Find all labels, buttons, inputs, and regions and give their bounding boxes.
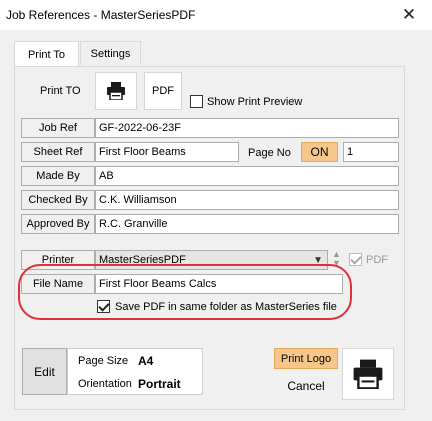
tab-settings[interactable]: Settings [80, 41, 141, 65]
show-print-preview-label: Show Print Preview [207, 96, 303, 108]
printer-label: Printer [21, 250, 95, 270]
sheet-ref-input[interactable]: First Floor Beams [95, 142, 239, 162]
pdf-button-label: PDF [152, 85, 174, 97]
title-bar: Job References - MasterSeriesPDF ✕ [0, 0, 432, 30]
print-button[interactable] [95, 72, 137, 110]
made-by-label: Made By [21, 166, 95, 186]
checked-by-input[interactable]: C.K. Williamson [95, 190, 399, 210]
printer-spinner[interactable]: ▲ ▼ [332, 250, 341, 268]
orientation-value: Portrait [138, 377, 181, 391]
pdf-checkbox[interactable] [349, 253, 362, 266]
page-size-value: A4 [138, 354, 154, 368]
pdf-button[interactable]: PDF [144, 72, 182, 110]
edit-button[interactable]: Edit [22, 348, 67, 395]
page-no-label: Page No [248, 147, 291, 159]
orientation-label: Orientation [78, 378, 132, 390]
sheet-ref-label: Sheet Ref [21, 142, 95, 162]
cancel-button[interactable]: Cancel [274, 374, 338, 397]
tab-print-to[interactable]: Print To [14, 41, 79, 67]
pdf-checkbox-label: PDF [366, 254, 388, 266]
page-no-toggle[interactable]: ON [301, 142, 338, 162]
job-ref-input[interactable]: GF-2022-06-23F [95, 118, 399, 138]
show-print-preview-checkbox[interactable] [190, 95, 203, 108]
save-same-folder-label: Save PDF in same folder as MasterSeries … [115, 301, 337, 313]
file-name-input[interactable]: First Floor Beams Calcs [95, 274, 343, 294]
chevron-down-icon: ▼ [313, 255, 323, 266]
file-name-label: File Name [21, 274, 95, 294]
page-no-input[interactable]: 1 [343, 142, 399, 162]
made-by-input[interactable]: AB [95, 166, 399, 186]
tab-print-to-label: Print To [27, 48, 66, 61]
close-icon: ✕ [401, 5, 417, 24]
printer-icon [353, 359, 383, 389]
page-setup-box: Page Size A4 Orientation Portrait [67, 348, 203, 395]
page-size-label: Page Size [78, 355, 129, 367]
printer-icon [107, 82, 125, 100]
checked-by-label: Checked By [21, 190, 95, 210]
print-large-button[interactable] [342, 348, 394, 400]
spin-down-icon: ▼ [332, 258, 341, 268]
job-ref-label: Job Ref [21, 118, 95, 138]
close-button[interactable]: ✕ [386, 0, 432, 30]
approved-by-input[interactable]: R.C. Granville [95, 214, 399, 234]
print-logo-button[interactable]: Print Logo [274, 348, 338, 369]
save-same-folder-checkbox[interactable] [97, 300, 110, 313]
print-to-label: Print TO [40, 85, 81, 97]
printer-select-value: MasterSeriesPDF [99, 254, 186, 266]
tab-settings-label: Settings [90, 47, 131, 60]
printer-select[interactable]: MasterSeriesPDF ▼ [95, 250, 328, 270]
approved-by-label: Approved By [21, 214, 95, 234]
window-title: Job References - MasterSeriesPDF [6, 8, 196, 22]
